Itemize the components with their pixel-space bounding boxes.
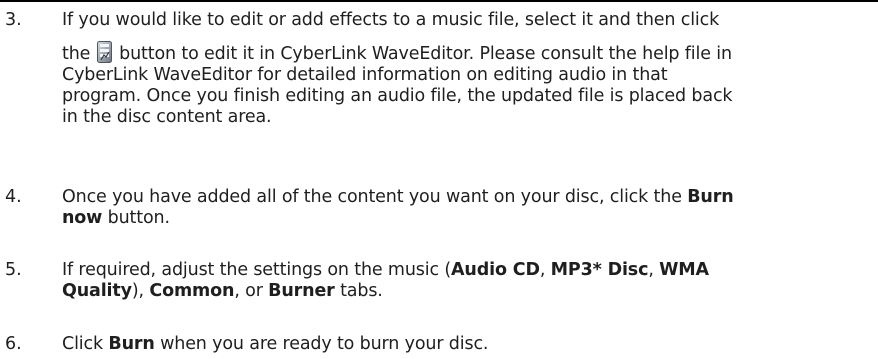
step-text-fragment: , or	[234, 281, 269, 301]
step-text-fragment: ,	[648, 260, 660, 280]
step-number: 3.	[5, 10, 22, 30]
step-text-fragment: the	[62, 44, 91, 64]
burner-tab-label: Burner	[268, 281, 335, 301]
step-text-fragment: ),	[131, 281, 150, 301]
step-number: 6.	[5, 334, 22, 354]
step-text-fragment: If required, adjust the settings on the …	[62, 260, 452, 280]
burn-label: Burn	[108, 334, 155, 354]
wma-quality-tab-label: WMA	[659, 260, 709, 280]
mp3-disc-tab-label: MP3* Disc	[550, 260, 649, 280]
step-line: now button.	[62, 208, 877, 229]
wma-quality-tab-label: Quality	[62, 281, 132, 301]
step-text-fragment: ,	[539, 260, 551, 280]
step-text-fragment: button.	[107, 208, 170, 228]
step-line: Click Burn when you are ready to burn yo…	[62, 334, 877, 355]
step-text: If required, adjust the settings on the …	[62, 260, 877, 302]
burn-now-label: now	[62, 208, 103, 228]
step-text-fragment: tabs.	[334, 281, 383, 301]
step-line: program. Once you finish editing an audi…	[62, 86, 733, 106]
step-text: If you would like to edit or add effects…	[62, 10, 877, 128]
step-line: If required, adjust the settings on the …	[62, 260, 877, 281]
burn-now-label: Burn	[687, 187, 734, 207]
step-text-fragment: Click	[62, 334, 109, 354]
step-text-fragment: when you are ready to burn your disc.	[154, 334, 489, 354]
step-number: 4.	[5, 187, 22, 207]
step-line: If you would like to edit or add effects…	[62, 10, 720, 30]
top-rule	[0, 0, 878, 2]
step-line: Once you have added all of the content y…	[62, 187, 877, 208]
step-line: the button to edit it in CyberLink WaveE…	[62, 41, 877, 65]
step-line: Quality), Common, or Burner tabs.	[62, 281, 877, 302]
step-text: Click Burn when you are ready to burn yo…	[62, 334, 877, 355]
step-text-fragment: button to edit it in CyberLink WaveEdito…	[119, 44, 732, 64]
step-line: CyberLink WaveEditor for detailed inform…	[62, 65, 668, 85]
step-line: in the disc content area.	[62, 107, 272, 127]
step-text: Once you have added all of the content y…	[62, 187, 877, 229]
wave-editor-icon	[96, 41, 112, 63]
step-text-fragment: Once you have added all of the content y…	[62, 187, 682, 207]
common-tab-label: Common	[149, 281, 235, 301]
audio-cd-tab-label: Audio CD	[451, 260, 540, 280]
step-number: 5.	[5, 260, 22, 280]
